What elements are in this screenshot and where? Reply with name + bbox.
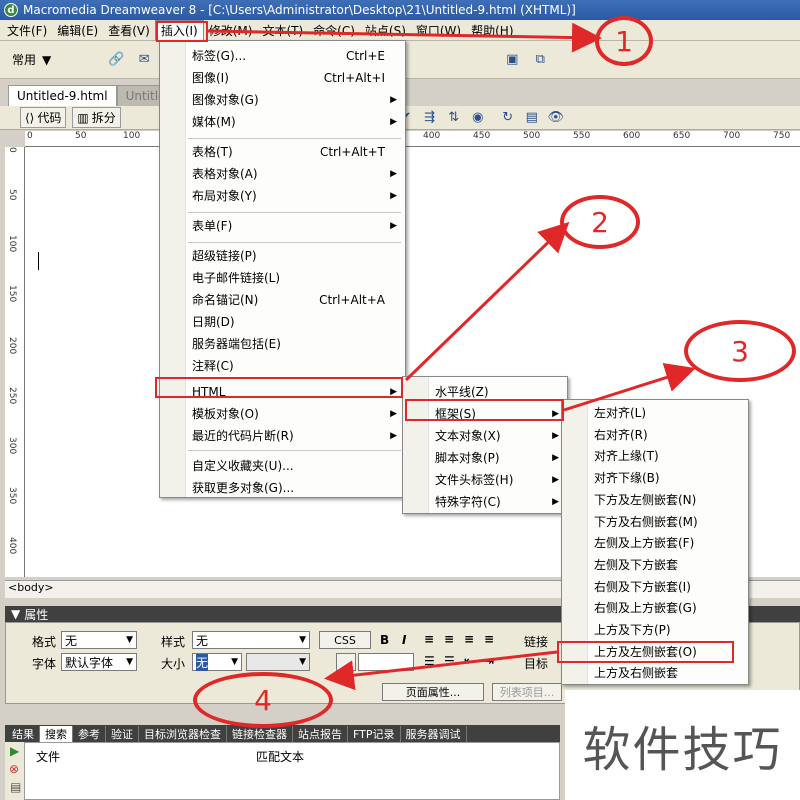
annotation-ring-3: 3 [684,320,796,382]
arrow-3 [563,362,696,412]
annotation-ring-1: 1 [595,16,653,66]
arrow-1 [207,22,602,53]
annotation-arrows [207,22,696,691]
annotation-ring-2: 2 [560,195,640,249]
annotation-ring-4: 4 [193,672,333,728]
arrow-2 [404,221,570,382]
watermark: 软件技巧 [565,690,800,800]
arrow-4 [324,650,558,691]
